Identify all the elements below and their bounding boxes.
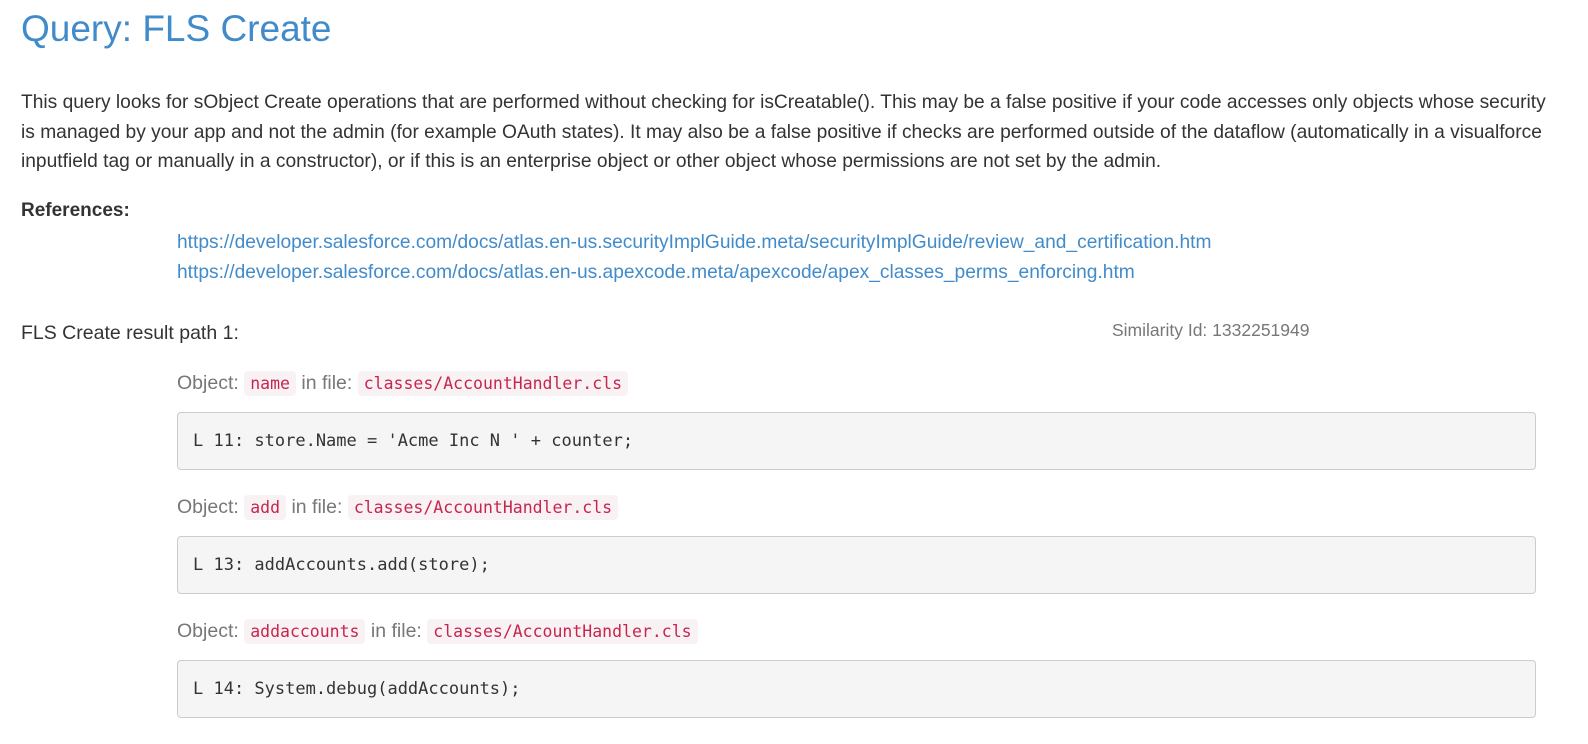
object-line: Object: name in file: classes/AccountHan… bbox=[177, 368, 1536, 398]
object-line: Object: add in file: classes/AccountHand… bbox=[177, 492, 1536, 522]
similarity-id: Similarity Id: 1332251949 bbox=[1112, 320, 1310, 340]
path-step: Object: add in file: classes/AccountHand… bbox=[177, 492, 1536, 594]
file-label: in file: bbox=[301, 372, 353, 394]
code-snippet: L 13: addAccounts.add(store); bbox=[177, 536, 1536, 594]
object-label: Object: bbox=[177, 620, 239, 642]
object-label: Object: bbox=[177, 372, 239, 394]
reference-link-review-certification[interactable]: https://developer.salesforce.com/docs/at… bbox=[177, 232, 1211, 253]
references-list: https://developer.salesforce.com/docs/at… bbox=[177, 228, 1211, 288]
reference-item: https://developer.salesforce.com/docs/at… bbox=[177, 258, 1211, 288]
path-step: Object: name in file: classes/AccountHan… bbox=[177, 368, 1536, 470]
query-description: This query looks for sObject Create oper… bbox=[21, 92, 1546, 172]
object-label: Object: bbox=[177, 496, 239, 518]
result-path-heading: FLS Create result path 1: bbox=[21, 322, 239, 344]
file-label: in file: bbox=[370, 620, 422, 642]
object-name: addaccounts bbox=[244, 619, 366, 644]
file-path: classes/AccountHandler.cls bbox=[357, 371, 629, 396]
file-path: classes/AccountHandler.cls bbox=[427, 619, 698, 644]
reference-link-perms-enforcing[interactable]: https://developer.salesforce.com/docs/at… bbox=[177, 262, 1135, 283]
path-step: Object: addaccounts in file: classes/Acc… bbox=[177, 616, 1536, 718]
file-label: in file: bbox=[291, 496, 343, 518]
object-name: name bbox=[244, 371, 296, 396]
code-snippet: L 11: store.Name = 'Acme Inc N ' + count… bbox=[177, 412, 1536, 470]
object-name: add bbox=[244, 495, 287, 520]
object-line: Object: addaccounts in file: classes/Acc… bbox=[177, 616, 1536, 646]
code-snippet: L 14: System.debug(addAccounts); bbox=[177, 660, 1536, 718]
page-title: Query: FLS Create bbox=[21, 8, 332, 49]
reference-item: https://developer.salesforce.com/docs/at… bbox=[177, 228, 1211, 258]
file-path: classes/AccountHandler.cls bbox=[347, 495, 619, 520]
references-label: References: bbox=[21, 200, 130, 221]
